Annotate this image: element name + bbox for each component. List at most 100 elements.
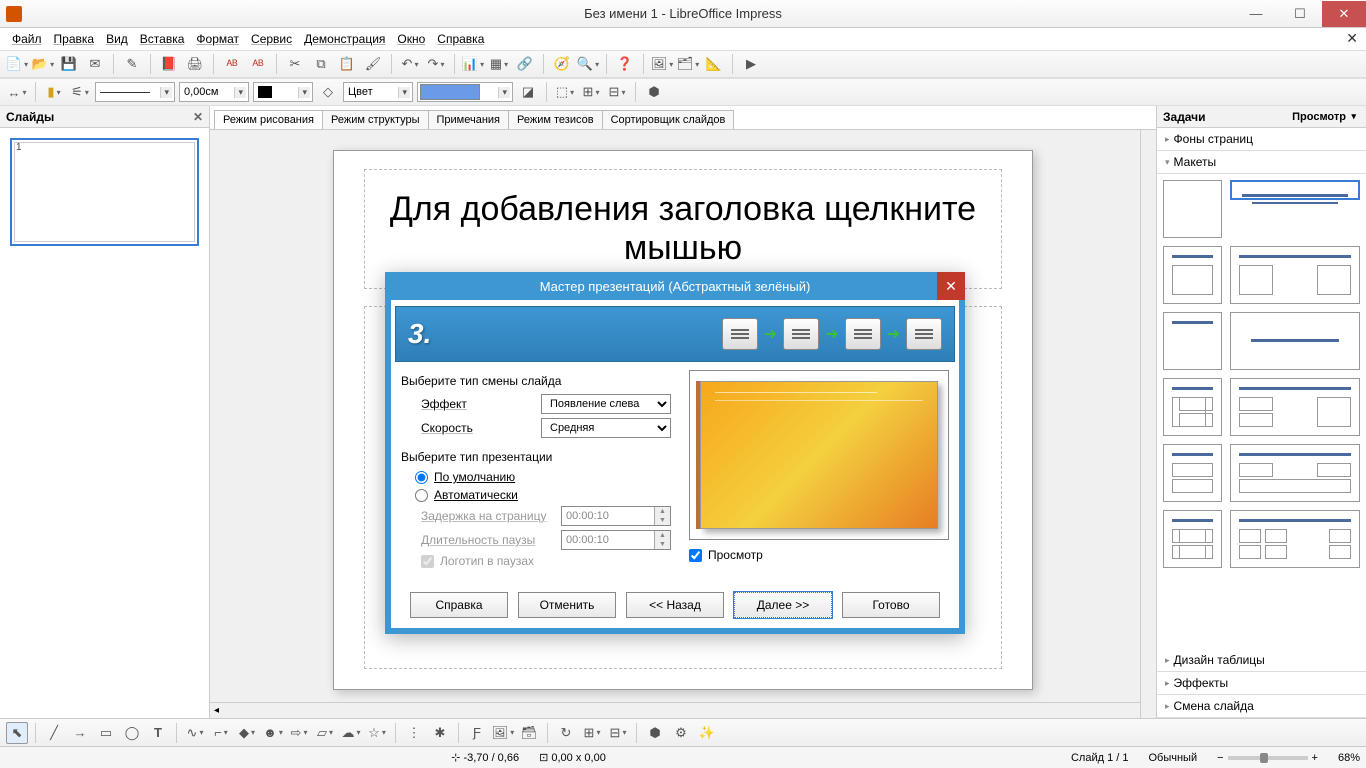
stars-tool[interactable]: ☆ [366,722,388,744]
preview-checkbox-row[interactable]: Просмотр [689,548,949,562]
extrusion-tool[interactable]: ⬢ [644,722,666,744]
preview-checkbox[interactable] [689,549,702,562]
title-placeholder[interactable]: Для добавления заголовка щелкните мышью [364,169,1002,289]
layout-title-only[interactable] [1163,312,1222,370]
open-button[interactable]: 📂 [32,53,54,75]
radio-default[interactable]: По умолчанию [415,470,677,484]
fontwork-tool[interactable]: Ƒ [466,722,488,744]
export-pdf-button[interactable]: 📕 [158,53,180,75]
hyperlink-button[interactable]: 🔗 [514,53,536,75]
layout-l8[interactable] [1230,378,1360,436]
dialog-close-button[interactable]: ✕ [937,272,965,300]
email-button[interactable]: ✉ [84,53,106,75]
chart-button[interactable]: 📊 [462,53,484,75]
layout-l9[interactable] [1163,444,1222,502]
fill-type-combo[interactable]: Цвет▾ [343,82,413,102]
horizontal-scrollbar[interactable]: ◂▸ [210,702,1156,718]
undo-button[interactable]: ↶ [399,53,421,75]
arrange-tool[interactable]: ⊟ [607,722,629,744]
line-color-button[interactable]: ▮ [43,81,65,103]
line-style-combo[interactable]: ▾ [95,82,175,102]
shadow-button[interactable]: ◪ [517,81,539,103]
arrow-tool[interactable]: → [69,722,91,744]
text-tool[interactable]: T [147,722,169,744]
new-button[interactable]: 📄 [6,53,28,75]
menu-help[interactable]: Справка [431,30,490,48]
from-file-tool[interactable]: 🖼 [492,722,514,744]
animation-tool[interactable]: ✨ [696,722,718,744]
help-button[interactable]: ❓ [614,53,636,75]
callouts-tool[interactable]: ☁ [340,722,362,744]
zoom-button[interactable]: 🔍 [577,53,599,75]
layout-blank[interactable] [1163,180,1222,238]
arrow-style-button[interactable]: ↔ [6,81,28,103]
paste-button[interactable]: 📋 [336,53,358,75]
slide-button[interactable]: 🖼 [651,53,673,75]
layout-two-content[interactable] [1230,246,1360,304]
line-color-combo[interactable]: ▾ [253,82,313,102]
cut-button[interactable]: ✂ [284,53,306,75]
flowchart-tool[interactable]: ▱ [314,722,336,744]
table-button[interactable]: ▦ [488,53,510,75]
interaction-tool[interactable]: ⚙ [670,722,692,744]
edit-button[interactable]: ✎ [121,53,143,75]
layout-l7[interactable] [1163,378,1222,436]
section-transition[interactable]: Смена слайда [1157,695,1366,718]
vertical-scrollbar[interactable] [1140,130,1156,718]
fill-color-combo[interactable]: ▾ [417,82,513,102]
print-button[interactable]: 🖨 [184,53,206,75]
finish-button[interactable]: Готово [842,592,940,618]
back-button[interactable]: << Назад [626,592,724,618]
radio-auto[interactable]: Автоматически [415,488,677,502]
line-tool[interactable]: ╱ [43,722,65,744]
line-width-combo[interactable]: 0,00см▾ [179,82,249,102]
distribute-button[interactable]: ⊟ [606,81,628,103]
close-button[interactable]: ✕ [1322,1,1366,27]
layout-l10[interactable] [1230,444,1360,502]
symbol-shapes-tool[interactable]: ☻ [262,722,284,744]
menu-format[interactable]: Формат [190,30,245,48]
line-style-dropdown[interactable]: ⚟ [69,81,91,103]
basic-shapes-tool[interactable]: ◆ [236,722,258,744]
layout-centered[interactable] [1230,312,1360,370]
radio-default-input[interactable] [415,471,428,484]
tab-handout[interactable]: Режим тезисов [508,110,603,129]
layout-l11[interactable] [1163,510,1222,568]
copy-button[interactable]: ⧉ [310,53,332,75]
section-effects[interactable]: Эффекты [1157,672,1366,695]
select-tool[interactable]: ⬉ [6,722,28,744]
connector-tool[interactable]: ⌐ [210,722,232,744]
tab-drawing[interactable]: Режим рисования [214,110,323,129]
menu-slideshow[interactable]: Демонстрация [298,30,391,48]
help-button[interactable]: Справка [410,592,508,618]
speed-select[interactable]: Средняя [541,418,671,438]
tab-sorter[interactable]: Сортировщик слайдов [602,110,735,129]
radio-auto-input[interactable] [415,489,428,502]
next-button[interactable]: Далее >> [734,592,832,618]
area-button[interactable]: ◇ [317,81,339,103]
status-zoom[interactable]: 68% [1338,752,1360,764]
layout-l12[interactable] [1230,510,1360,568]
maximize-button[interactable]: ☐ [1278,1,1322,27]
menu-insert[interactable]: Вставка [134,30,191,48]
align-button[interactable]: ⊞ [580,81,602,103]
cancel-button[interactable]: Отменить [518,592,616,618]
navigator-button[interactable]: 🧭 [551,53,573,75]
zoom-slider[interactable]: − + [1217,752,1318,764]
glue-tool[interactable]: ✱ [429,722,451,744]
tasks-view-dropdown[interactable]: Просмотр [1292,111,1360,123]
layout-title-content[interactable] [1163,246,1222,304]
section-layouts[interactable]: Макеты [1157,151,1366,174]
menu-tools[interactable]: Сервис [245,30,298,48]
ellipse-tool[interactable]: ◯ [121,722,143,744]
gallery-tool[interactable]: 🗃 [518,722,540,744]
slide-design-button[interactable]: 🗂 [677,53,699,75]
rotate-tool[interactable]: ↻ [555,722,577,744]
minimize-button[interactable]: — [1234,1,1278,27]
block-arrows-tool[interactable]: ⇨ [288,722,310,744]
menu-view[interactable]: Вид [100,30,134,48]
spellcheck-button[interactable]: ᴬᴮ [221,53,243,75]
effect-select[interactable]: Появление слева [541,394,671,414]
rect-tool[interactable]: ▭ [95,722,117,744]
redo-button[interactable]: ↷ [425,53,447,75]
